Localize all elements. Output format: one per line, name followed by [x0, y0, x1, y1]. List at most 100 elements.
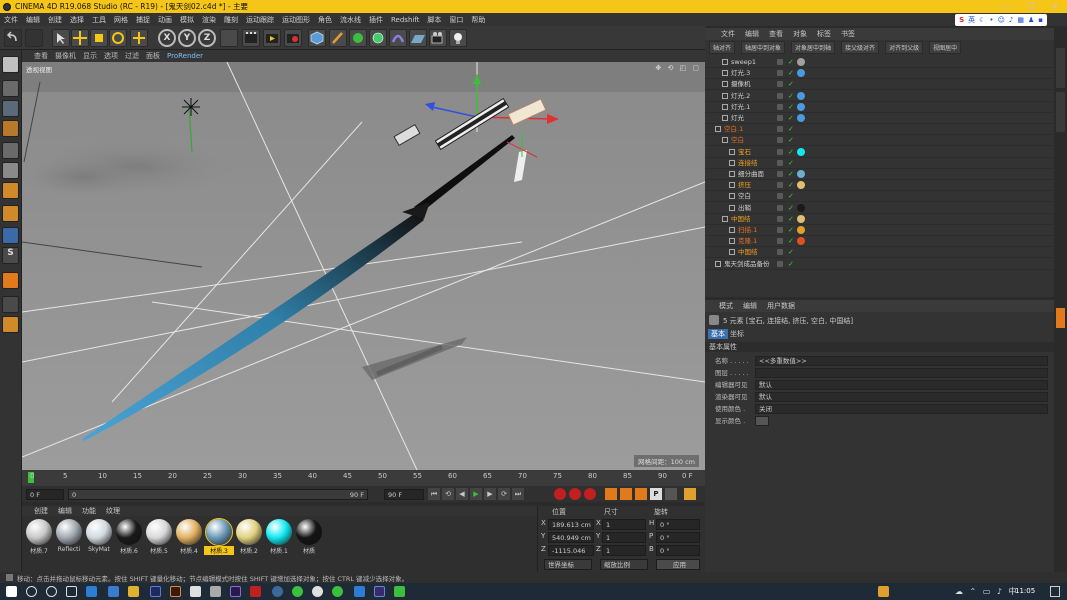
- timeline-ruler[interactable]: 0 5 10 15 20 25 30 35 40 45 50 55 60 65 …: [22, 470, 705, 486]
- pen-spline-icon[interactable]: [329, 29, 347, 47]
- notifications-icon[interactable]: [1050, 586, 1060, 597]
- enable-check-icon[interactable]: ✓: [788, 135, 794, 146]
- edges-mode-icon[interactable]: [2, 162, 19, 179]
- points-mode-icon[interactable]: [2, 142, 19, 159]
- render-settings-icon[interactable]: [284, 29, 302, 47]
- menu-edit[interactable]: 编辑: [26, 15, 40, 25]
- visibility-toggle[interactable]: [777, 249, 783, 256]
- coordinate-system-icon[interactable]: [220, 29, 238, 47]
- play-icon[interactable]: ▶: [470, 488, 482, 500]
- x-axis-lock-icon[interactable]: X: [158, 29, 176, 47]
- om-menu-view[interactable]: 查看: [769, 29, 783, 39]
- size-field[interactable]: 1: [602, 519, 646, 530]
- viewport-menu-camera[interactable]: 摄像机: [55, 51, 76, 61]
- visibility-toggle[interactable]: [777, 182, 783, 189]
- object-row[interactable]: 灯光.3 ✓: [705, 68, 1054, 80]
- tweak-mode-icon[interactable]: [2, 227, 19, 244]
- visibility-toggle[interactable]: [777, 137, 783, 144]
- object-name[interactable]: 摄像机: [731, 79, 751, 90]
- menu-animate[interactable]: 动画: [158, 15, 172, 25]
- autokey-icon[interactable]: [569, 488, 581, 500]
- visibility-toggle[interactable]: [777, 171, 783, 177]
- object-name[interactable]: 空白: [731, 135, 744, 146]
- material-swatch[interactable]: [176, 519, 202, 545]
- enable-check-icon[interactable]: ✓: [788, 259, 794, 270]
- menu-pipeline[interactable]: 流水线: [340, 15, 361, 25]
- frame-range-slider[interactable]: 0 90 F: [68, 489, 368, 500]
- app-icon-7[interactable]: [332, 586, 343, 597]
- object-name[interactable]: 灯光.3: [731, 68, 750, 79]
- texture-mode-icon[interactable]: [2, 100, 19, 117]
- snap-icon[interactable]: S: [2, 247, 19, 264]
- make-editable-icon[interactable]: [2, 56, 19, 73]
- rotation-field[interactable]: 0 °: [656, 532, 700, 543]
- material-swatch[interactable]: [296, 519, 322, 545]
- grid-icon[interactable]: ▪: [1038, 16, 1043, 24]
- object-name[interactable]: 中国结: [731, 214, 751, 225]
- material-swatch[interactable]: [205, 518, 233, 546]
- material-swatch[interactable]: [236, 519, 262, 545]
- tray-icon-1[interactable]: [878, 586, 889, 597]
- menu-select[interactable]: 选择: [70, 15, 84, 25]
- attribute-value[interactable]: 默认: [755, 392, 1048, 402]
- object-row[interactable]: 鬼天剑成品备份 ✓: [705, 259, 1054, 270]
- go-to-start-icon[interactable]: ⏮: [428, 488, 440, 500]
- model-mode-icon[interactable]: [2, 80, 19, 97]
- menu-mesh[interactable]: 网格: [114, 15, 128, 25]
- app-icon-5[interactable]: [250, 586, 261, 597]
- next-key-icon[interactable]: ⟳: [498, 488, 510, 500]
- cloner-icon[interactable]: [369, 29, 387, 47]
- light-icon[interactable]: [449, 29, 467, 47]
- view-center-button[interactable]: 视图居中: [929, 41, 962, 54]
- object-name[interactable]: 连接结: [738, 158, 758, 169]
- prev-frame-icon[interactable]: ◀: [456, 488, 468, 500]
- task-view-icon[interactable]: [66, 586, 77, 597]
- viewport-menu-panel[interactable]: 面板: [146, 51, 160, 61]
- moon-icon[interactable]: ☾: [979, 16, 985, 24]
- point-level-icon[interactable]: [665, 488, 677, 500]
- om-menu-objects[interactable]: 对象: [793, 29, 807, 39]
- content-browser-side-tab[interactable]: [1056, 92, 1065, 132]
- apply-button[interactable]: 应用: [656, 559, 700, 570]
- illustrator-icon[interactable]: [170, 586, 181, 597]
- position-field[interactable]: -1115.046 cm: [548, 545, 594, 565]
- render-view-icon[interactable]: [242, 29, 260, 47]
- user-icon[interactable]: ♟: [1028, 16, 1034, 24]
- workplane-icon[interactable]: [2, 120, 19, 137]
- attribute-value[interactable]: 关闭: [755, 404, 1048, 414]
- cortana-icon[interactable]: [46, 586, 57, 597]
- size-field[interactable]: 1: [602, 545, 646, 556]
- attributes-side-tab[interactable]: [1056, 308, 1065, 328]
- visibility-toggle[interactable]: [777, 126, 783, 133]
- menu-sculpt[interactable]: 雕刻: [224, 15, 238, 25]
- material-tag-icon[interactable]: [797, 91, 805, 100]
- menu-redshift[interactable]: Redshift: [391, 16, 419, 24]
- object-name[interactable]: 扫描.1: [738, 225, 757, 236]
- end-frame-field[interactable]: 90 F: [384, 489, 424, 500]
- attr-menu-mode[interactable]: 模式: [719, 301, 733, 311]
- menu-window[interactable]: 窗口: [449, 15, 463, 25]
- folder-icon[interactable]: [128, 586, 139, 597]
- visibility-toggle[interactable]: [777, 159, 783, 166]
- position-field[interactable]: 189.613 cm: [548, 519, 594, 530]
- soft-selection-icon[interactable]: [2, 272, 19, 289]
- scale-mode-select[interactable]: 缩放比例: [600, 559, 648, 570]
- enable-check-icon[interactable]: ✓: [788, 158, 794, 169]
- prev-key-icon[interactable]: ⟲: [442, 488, 454, 500]
- move-toggle-icon[interactable]: [130, 29, 148, 47]
- material-swatch[interactable]: [116, 519, 142, 545]
- app-icon-9[interactable]: [394, 586, 405, 597]
- object-row[interactable]: 空白 ✓: [705, 135, 1054, 147]
- viewport-menu-display[interactable]: 显示: [83, 51, 97, 61]
- after-effects-icon[interactable]: [230, 586, 241, 597]
- dot-icon[interactable]: •: [989, 16, 993, 24]
- object-name[interactable]: sweep1: [731, 57, 756, 68]
- object-name[interactable]: 挤压: [738, 180, 751, 191]
- object-name[interactable]: 空白: [738, 191, 751, 202]
- object-row[interactable]: 出鞘 ✓: [705, 203, 1054, 214]
- enable-check-icon[interactable]: ✓: [788, 57, 794, 68]
- object-name[interactable]: 空白.1: [724, 124, 743, 135]
- attr-menu-edit[interactable]: 编辑: [743, 301, 757, 311]
- visibility-toggle[interactable]: [777, 81, 783, 88]
- visibility-toggle[interactable]: [777, 215, 783, 222]
